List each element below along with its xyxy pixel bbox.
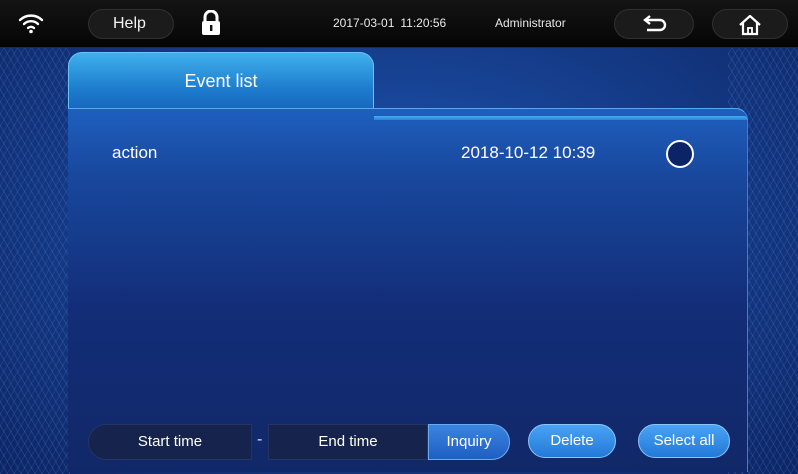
select-all-button[interactable]: Select all [638, 424, 730, 458]
panel-top-edge [374, 116, 748, 120]
delete-button[interactable]: Delete [528, 424, 616, 458]
back-arrow-icon [643, 15, 667, 32]
datetime-display: 2017-03-01 11:20:56 [333, 16, 452, 30]
time-text: 11:20:56 [400, 16, 447, 30]
event-select-radio[interactable] [666, 140, 694, 168]
wifi-icon [18, 14, 44, 34]
background-texture-left [0, 48, 70, 474]
user-name: Administrator [495, 16, 566, 30]
event-name: action [112, 143, 158, 162]
date-text: 2017-03-01 [333, 16, 395, 30]
event-datetime: 2018-10-12 10:39 [461, 143, 596, 162]
back-button[interactable] [614, 9, 694, 39]
help-button[interactable]: Help [88, 9, 174, 39]
top-bar: Help 2017-03-01 11:20:56 Administrator [0, 0, 798, 48]
start-time-field[interactable]: Start time [88, 424, 252, 460]
home-icon [739, 14, 761, 36]
event-list-panel [68, 108, 748, 472]
lock-icon[interactable] [200, 10, 222, 36]
tab-event-list[interactable]: Event list [68, 52, 374, 108]
range-separator: - [257, 431, 263, 448]
home-button[interactable] [712, 9, 788, 39]
tab-label: Event list [184, 71, 258, 91]
inquiry-button[interactable]: Inquiry [428, 424, 510, 460]
end-time-field[interactable]: End time [268, 424, 428, 460]
